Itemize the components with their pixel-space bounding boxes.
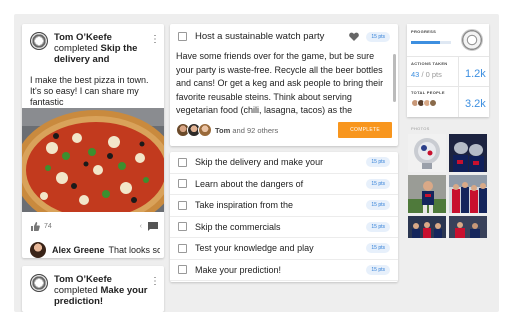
task-title[interactable]: Skip the commercials: [195, 222, 366, 232]
comment: Alex Greene That looks so: [30, 242, 160, 258]
points-badge: 15 pts: [366, 31, 390, 42]
task-header: Host a sustainable watch party 15 pts: [170, 24, 398, 42]
photo-thumbnail[interactable]: [408, 175, 446, 213]
task-row[interactable]: Make your prediction! 15 pts: [170, 260, 398, 281]
people-big-number: 3.2k: [465, 98, 486, 110]
organization-seal-icon[interactable]: [461, 29, 483, 51]
actions-big-number: 1.2k: [465, 68, 486, 80]
people-label: TOTAL PEOPLE: [411, 90, 445, 95]
post-title: Tom O’Keefe completed Skip the delivery …: [54, 32, 150, 65]
comment-icon[interactable]: [148, 221, 158, 231]
feed-post-card: Tom O’Keefe completed Make your predicti…: [22, 266, 164, 312]
task-footer: Tom and 92 others COMPLETE: [176, 122, 392, 138]
points-badge: 15 pts: [366, 157, 390, 168]
complete-button[interactable]: COMPLETE: [338, 122, 392, 138]
points-badge: 15 pts: [366, 243, 390, 254]
progress-bar: [411, 41, 451, 44]
post-author[interactable]: Tom O’Keefe: [54, 274, 112, 285]
heart-icon[interactable]: [348, 32, 360, 41]
task-row[interactable]: Learn about the dangers of 15 pts: [170, 174, 398, 195]
participants-rest: and 92 others: [232, 125, 279, 135]
photo-thumbnail[interactable]: [408, 216, 446, 238]
commenter-avatar[interactable]: [30, 242, 46, 258]
task-title[interactable]: Skip the delivery and make your: [195, 157, 366, 167]
like-icon[interactable]: [30, 221, 40, 231]
scrollbar[interactable]: [393, 54, 396, 102]
post-actions: 74 ‹: [30, 220, 158, 232]
divider: [407, 56, 489, 57]
post-author[interactable]: Tom O’Keefe: [54, 32, 112, 43]
comment-text: That looks so: [108, 245, 160, 255]
photo-thumbnail[interactable]: [449, 175, 487, 213]
post-title: Tom O’Keefe completed Make your predicti…: [54, 274, 150, 307]
like-count: 74: [44, 222, 52, 230]
task-title[interactable]: Test your knowledge and play: [195, 243, 366, 253]
task-row[interactable]: Skip the delivery and make your 15 pts: [170, 152, 398, 174]
photo-thumbnail[interactable]: [449, 216, 487, 238]
points-badge: 15 pts: [366, 221, 390, 232]
feed-post-card: Tom O’Keefe completed Skip the delivery …: [22, 24, 164, 258]
avatar[interactable]: [30, 274, 48, 292]
task-description: Have some friends over for the game, but…: [176, 51, 384, 115]
task-checkbox[interactable]: [178, 200, 187, 210]
participants-text: Tom and 92 others: [215, 126, 338, 135]
task-row[interactable]: Skip the commercials 15 pts: [170, 217, 398, 238]
task-checkbox[interactable]: [178, 157, 187, 167]
post-action: completed: [54, 285, 98, 296]
participant-avatars[interactable]: [176, 123, 212, 137]
photo-thumbnail[interactable]: [449, 134, 487, 172]
more-options-icon[interactable]: ⋮: [150, 35, 160, 45]
divider: [407, 86, 489, 87]
task-checkbox[interactable]: [178, 222, 187, 232]
task-checkbox[interactable]: [178, 265, 187, 275]
photo-thumbnail[interactable]: [408, 134, 446, 172]
task-title[interactable]: Host a sustainable watch party: [195, 31, 348, 42]
share-icon[interactable]: ‹: [140, 223, 142, 230]
pizza-photo[interactable]: [22, 108, 164, 212]
avatar[interactable]: [30, 32, 48, 50]
task-row[interactable]: Take inspiration from the 15 pts: [170, 195, 398, 217]
task-title[interactable]: Make your prediction!: [195, 265, 366, 275]
app-frame: Tom O’Keefe completed Skip the delivery …: [14, 14, 499, 312]
post-header: Tom O’Keefe completed Make your predicti…: [22, 266, 164, 311]
points-badge: 15 pts: [366, 264, 390, 275]
actions-count: 43 / 0 pts: [411, 70, 457, 79]
progress-fill: [411, 41, 440, 44]
more-options-icon[interactable]: ⋮: [150, 277, 160, 287]
actions-label: ACTIONS TAKEN: [411, 61, 448, 66]
task-row[interactable]: Test your knowledge and play 15 pts: [170, 238, 398, 260]
points-badge: 15 pts: [366, 178, 390, 189]
post-text: I make the best pizza in town. It's so e…: [30, 75, 149, 107]
avatar: [198, 123, 212, 137]
photos-label: PHOTOS: [411, 126, 430, 131]
actions-total: / 0 pts: [421, 70, 442, 79]
task-checkbox[interactable]: [178, 243, 187, 253]
post-action: completed: [54, 43, 98, 54]
participant-name[interactable]: Tom: [215, 126, 230, 135]
post-header: Tom O’Keefe completed Skip the delivery …: [22, 24, 164, 69]
points-badge: 15 pts: [366, 200, 390, 211]
task-list: Skip the delivery and make your 15 pts L…: [170, 152, 398, 282]
task-title[interactable]: Take inspiration from the: [195, 200, 366, 210]
stats-panel: PROGRESS ACTIONS TAKEN 43 / 0 pts 1.2k T…: [407, 24, 489, 117]
task-checkbox[interactable]: [178, 179, 187, 189]
actions-value: 43: [411, 70, 420, 79]
avatar: [429, 99, 437, 107]
featured-task-card: Host a sustainable watch party 15 pts Ha…: [170, 24, 398, 146]
task-checkbox[interactable]: [178, 32, 187, 41]
task-title[interactable]: Learn about the dangers of: [195, 179, 366, 189]
comment-author[interactable]: Alex Greene: [52, 245, 105, 255]
